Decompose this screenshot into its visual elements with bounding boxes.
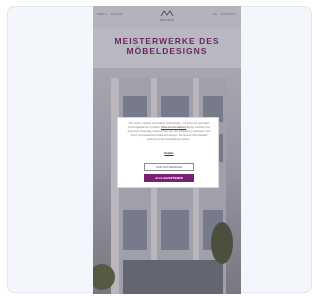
cookie-consent-dialog: Wir nutzen Cookies und andere Technologi… — [117, 117, 219, 188]
cookie-text: Wir nutzen Cookies und andere Technologi… — [127, 122, 211, 142]
privacy-policy-link[interactable]: Datenschutzerklärung — [161, 126, 186, 129]
decline-cookies-button[interactable]: NUR NOTWENDIGE — [144, 163, 194, 171]
cookie-settings-link[interactable]: Details — [160, 151, 178, 155]
accept-cookies-button[interactable]: ALLE AKZEPTIEREN — [144, 174, 194, 182]
